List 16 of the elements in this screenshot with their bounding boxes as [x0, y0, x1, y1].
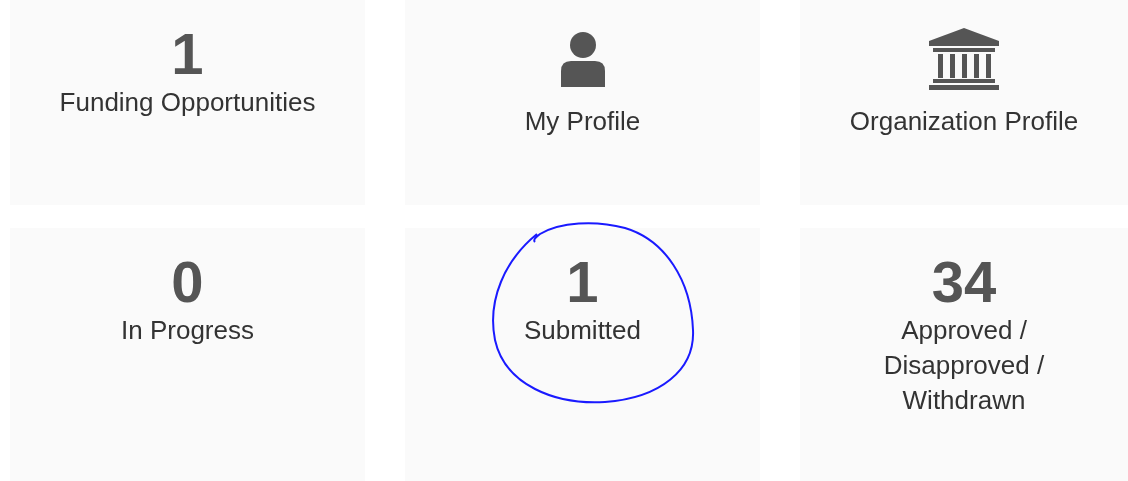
tile-label: Funding Opportunities: [59, 85, 316, 119]
tile-label: Approved / Disapproved / Withdrawn: [882, 313, 1046, 418]
tile-label: In Progress: [121, 313, 254, 347]
dashboard-tile[interactable]: 34 Approved / Disapproved / Withdrawn: [800, 228, 1128, 481]
count-number: 1: [566, 252, 599, 313]
bank-icon: [929, 28, 999, 90]
dashboard-tile[interactable]: My Profile: [405, 0, 760, 205]
tile-label: Submitted: [523, 313, 642, 347]
tile-label: My Profile: [524, 105, 641, 138]
dashboard-tile[interactable]: Organization Profile: [800, 0, 1128, 205]
count-number: 0: [171, 252, 204, 313]
dashboard-tile[interactable]: 0 In Progress: [10, 228, 365, 481]
tile-label: Organization Profile: [849, 105, 1079, 138]
count-number: 1: [171, 24, 204, 85]
count-number: 34: [931, 252, 997, 313]
dashboard-tile[interactable]: 1 Funding Opportunities: [10, 0, 365, 205]
